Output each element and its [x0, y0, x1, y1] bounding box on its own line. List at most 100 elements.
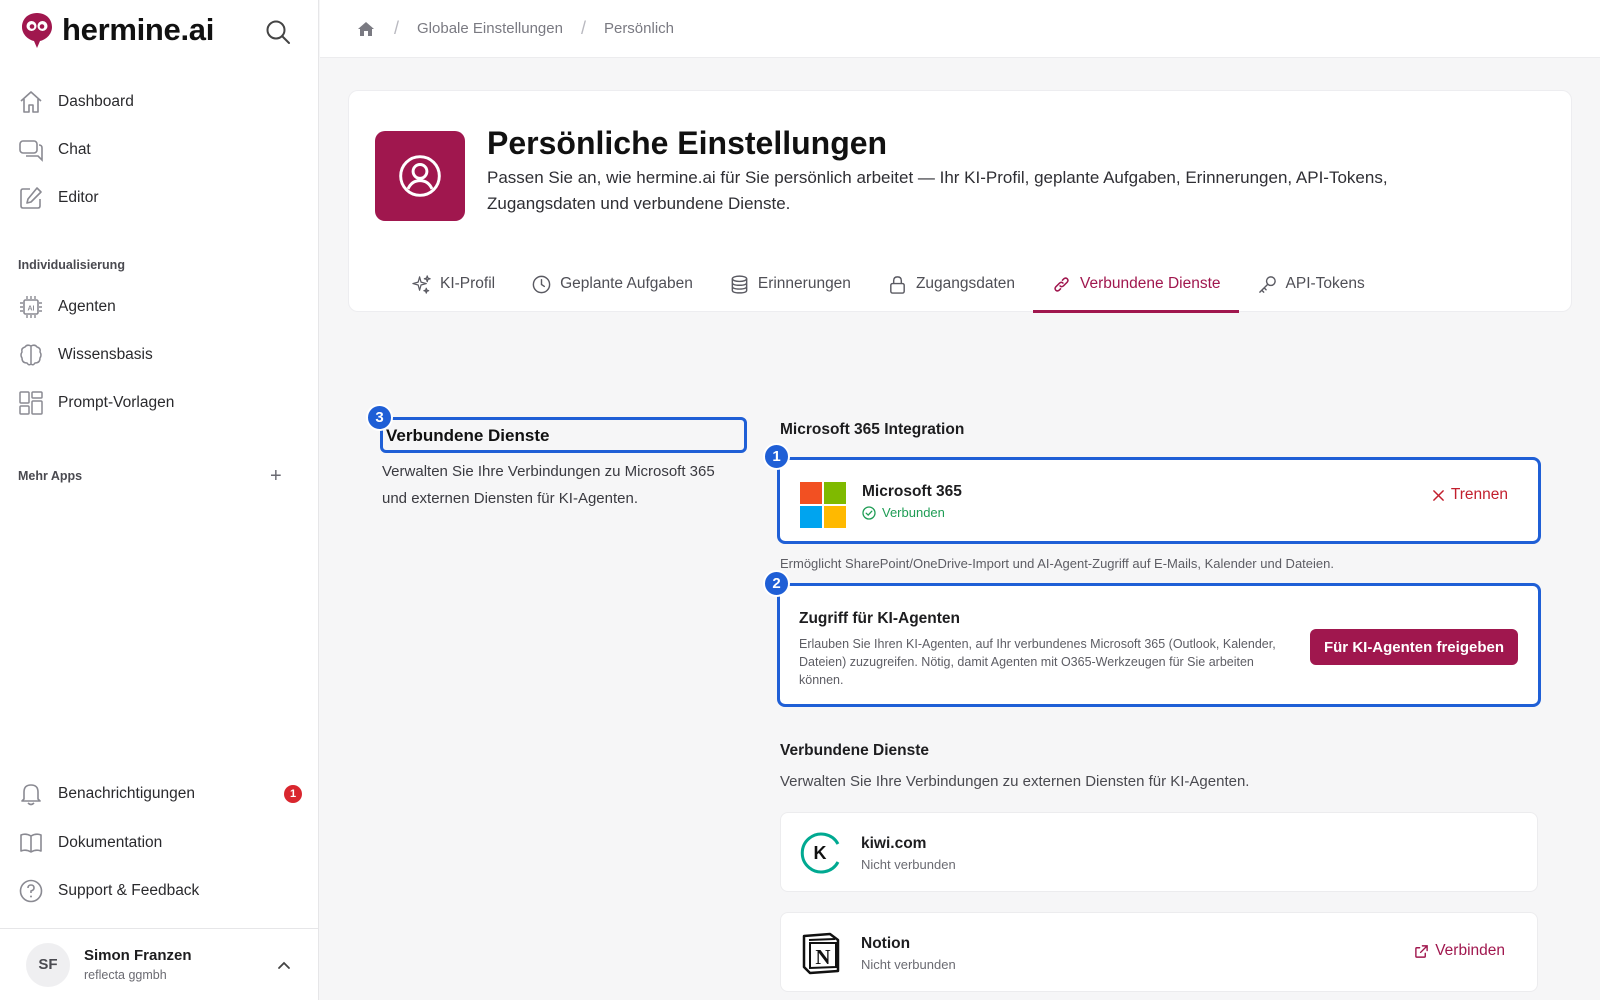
- tab-zugangsdaten[interactable]: Zugangsdaten: [869, 259, 1033, 309]
- lock-icon: [890, 275, 905, 294]
- status-label: Verbunden: [882, 505, 945, 520]
- nav-label: Dashboard: [58, 93, 134, 110]
- search-button[interactable]: [264, 18, 292, 46]
- step-badge-1: 1: [763, 443, 790, 470]
- breadcrumb-separator: /: [580, 18, 586, 38]
- tab-label: Zugangsdaten: [915, 275, 1016, 292]
- nav-chat[interactable]: Chat: [18, 130, 302, 170]
- sidebar: hermine.ai Dashboard Chat Editor Individ…: [0, 0, 319, 1000]
- brain-icon: [20, 344, 42, 366]
- brand-name: hermine.ai: [62, 12, 215, 47]
- tab-label: KI-Profil: [440, 275, 496, 292]
- home-icon[interactable]: [356, 19, 376, 39]
- nav-support[interactable]: Support & Feedback: [18, 871, 302, 911]
- nav-label: Agenten: [58, 298, 116, 315]
- disconnect-button[interactable]: Trennen: [1432, 486, 1508, 504]
- tab-verbundene-dienste[interactable]: Verbundene Dienste: [1033, 259, 1239, 313]
- edit-icon: [20, 187, 42, 209]
- breadcrumb: / Globale Einstellungen / Persönlich: [320, 0, 1600, 58]
- svg-text:K: K: [814, 843, 827, 863]
- chevron-up-icon: [278, 961, 290, 969]
- user-org: reflecta ggmbh: [84, 968, 167, 982]
- svg-text:AI: AI: [28, 306, 35, 313]
- services-description: Verwalten Sie Ihre Verbindungen zu exter…: [780, 773, 1250, 790]
- header-icon: [375, 131, 465, 221]
- agent-access-title: Zugriff für KI-Agenten: [799, 610, 961, 627]
- home-icon: [20, 91, 42, 113]
- ai-chip-icon: AI: [20, 296, 42, 318]
- service-status: Nicht verbunden: [861, 857, 956, 872]
- service-status: Nicht verbunden: [861, 957, 956, 972]
- services-heading: Verbundene Dienste: [780, 742, 930, 759]
- breadcrumb-item-global[interactable]: Globale Einstellungen: [417, 20, 563, 37]
- tab-geplante-aufgaben[interactable]: Geplante Aufgaben: [513, 259, 711, 309]
- nav-label: Dokumentation: [58, 834, 163, 851]
- step-badge-2: 2: [763, 570, 790, 597]
- connect-button[interactable]: Verbinden: [1414, 942, 1505, 960]
- disconnect-label: Trennen: [1450, 486, 1508, 503]
- nav-label: Editor: [58, 189, 99, 206]
- nav-benachrichtigungen[interactable]: Benachrichtigungen 1: [18, 774, 302, 814]
- nav-dashboard[interactable]: Dashboard: [18, 82, 302, 122]
- nav-dokumentation[interactable]: Dokumentation: [18, 823, 302, 863]
- section-label-individualisierung: Individualisierung: [18, 258, 125, 272]
- clock-icon: [532, 275, 551, 293]
- page-title: Persönliche Einstellungen: [487, 125, 888, 161]
- connection-status: Verbunden: [862, 505, 945, 520]
- breadcrumb-item-personal[interactable]: Persönlich: [604, 20, 674, 37]
- template-icon: [19, 391, 43, 415]
- database-icon: [731, 274, 748, 294]
- tab-api-tokens[interactable]: API-Tokens: [1239, 259, 1383, 309]
- tab-label: Erinnerungen: [757, 275, 851, 292]
- nav-wissensbasis[interactable]: Wissensbasis: [18, 335, 302, 375]
- service-card-notion: N Notion Nicht verbunden Verbinden: [780, 912, 1538, 992]
- tab-erinnerungen[interactable]: Erinnerungen: [711, 259, 869, 309]
- tab-label: Geplante Aufgaben: [560, 275, 693, 292]
- step-badge-3: 3: [366, 404, 393, 431]
- section-description: Verwalten Sie Ihre Verbindungen zu Micro…: [382, 463, 715, 507]
- nav-agenten[interactable]: AI Agenten: [18, 287, 302, 327]
- page-subtitle: Passen Sie an, wie hermine.ai für Sie pe…: [487, 168, 1388, 213]
- link-icon: [1054, 276, 1069, 292]
- svg-text:N: N: [815, 945, 830, 969]
- microsoft-logo-icon: [800, 482, 846, 528]
- kiwi-logo-icon: K: [800, 832, 840, 874]
- breadcrumb-separator: /: [394, 18, 400, 38]
- hermine-logo-icon: [22, 13, 52, 48]
- add-app-button[interactable]: +: [270, 466, 282, 486]
- service-name: Microsoft 365: [862, 483, 962, 500]
- agent-access-description: Erlauben Sie Ihren KI-Agenten, auf Ihr v…: [799, 637, 1276, 687]
- user-menu[interactable]: SF Simon Franzen reflecta ggmbh: [0, 928, 319, 1000]
- close-icon: [1432, 489, 1444, 501]
- nav-label: Chat: [58, 141, 91, 158]
- nav-editor[interactable]: Editor: [18, 178, 302, 218]
- nav-label: Benachrichtigungen: [58, 785, 196, 802]
- check-circle-icon: [862, 505, 876, 520]
- tab-label: Verbundene Dienste: [1080, 275, 1221, 292]
- chat-icon: [19, 140, 43, 162]
- grant-agent-access-button[interactable]: Für KI-Agenten freigeben: [1309, 629, 1518, 665]
- logo[interactable]: hermine.ai: [20, 10, 214, 50]
- tab-ki-profil[interactable]: KI-Profil: [393, 259, 513, 309]
- microsoft-integration-heading: Microsoft 365 Integration: [780, 421, 965, 438]
- tab-label: API-Tokens: [1285, 275, 1365, 292]
- nav-prompt-vorlagen[interactable]: Prompt-Vorlagen: [18, 383, 302, 423]
- user-name: Simon Franzen: [84, 947, 192, 964]
- help-icon: [19, 879, 43, 903]
- nav-label: Prompt-Vorlagen: [58, 394, 175, 411]
- service-card-kiwi: K kiwi.com Nicht verbunden: [780, 812, 1538, 892]
- connect-label: Verbinden: [1435, 942, 1505, 959]
- book-icon: [20, 833, 42, 853]
- sparkles-icon: [412, 274, 431, 294]
- key-icon: [1258, 275, 1276, 293]
- service-name: kiwi.com: [861, 835, 927, 852]
- notion-logo-icon: N: [802, 932, 840, 975]
- nav-label: Wissensbasis: [58, 346, 153, 363]
- agent-access-card: Zugriff für KI-Agenten Erlauben Sie Ihre…: [777, 583, 1541, 707]
- section-title-highlight: Verbundene Dienste: [380, 417, 747, 453]
- bell-icon: [21, 784, 41, 806]
- user-circle-icon: [399, 155, 441, 197]
- settings-tabs: KI-Profil Geplante Aufgaben Erinnerungen…: [393, 259, 1383, 313]
- section-title: Verbundene Dienste: [386, 426, 550, 445]
- search-icon: [266, 20, 290, 44]
